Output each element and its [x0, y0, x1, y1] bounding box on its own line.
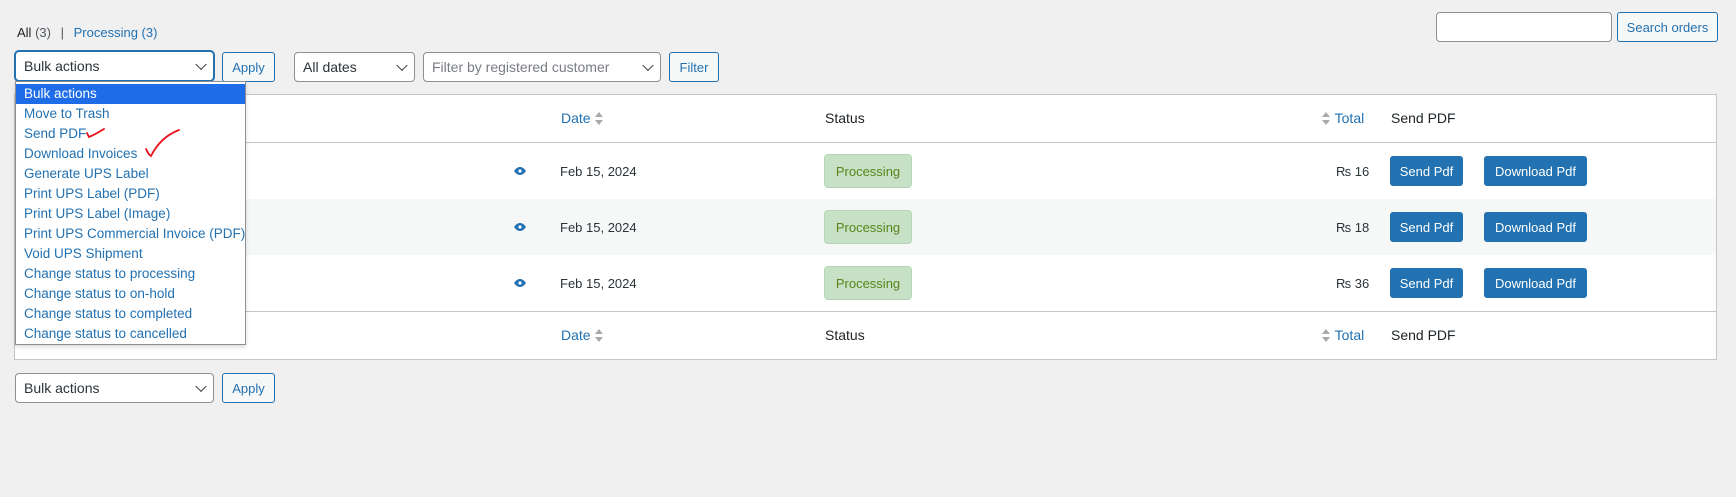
customer-filter-select[interactable]: Filter by registered customer [423, 52, 661, 82]
column-status: Status [825, 327, 865, 343]
order-date: Feb 15, 2024 [560, 220, 637, 235]
bulk-actions-select-bottom[interactable]: Bulk actions [15, 373, 214, 403]
view-all-link[interactable]: All [17, 25, 31, 40]
download-pdf-button[interactable]: Download Pdf [1484, 212, 1587, 242]
column-date[interactable]: Date [561, 327, 604, 343]
customer-filter-placeholder: Filter by registered customer [432, 59, 610, 75]
table-header: Date Status Total Send PDF [15, 95, 1716, 143]
date-filter-select[interactable]: All dates [294, 52, 415, 82]
dropdown-option[interactable]: Print UPS Commercial Invoice (PDF) [16, 224, 245, 244]
column-date[interactable]: Date [561, 110, 604, 126]
view-all-count: (3) [35, 25, 51, 40]
status-views: All (3) | Processing (3) [17, 25, 157, 40]
column-total[interactable]: Total [1321, 110, 1364, 126]
search-input[interactable] [1436, 12, 1612, 42]
table-row[interactable]: Feb 15, 2024 Processing ₨ 16 Send Pdf Do… [15, 143, 1716, 199]
bulk-actions-select-value: Bulk actions [24, 58, 100, 74]
view-processing-count: (3) [141, 25, 158, 40]
bulk-actions-select-top[interactable]: Bulk actions [15, 51, 214, 81]
send-pdf-button[interactable]: Send Pdf [1390, 156, 1463, 186]
dropdown-option[interactable]: Download Invoices [16, 144, 245, 164]
dropdown-option[interactable]: Bulk actions [16, 84, 245, 104]
column-send-pdf: Send PDF [1391, 327, 1456, 343]
order-date: Feb 15, 2024 [560, 276, 637, 291]
filter-button[interactable]: Filter [669, 52, 719, 82]
sort-icon [1321, 112, 1331, 126]
dropdown-option[interactable]: Change status to processing [16, 264, 245, 284]
send-pdf-button[interactable]: Send Pdf [1390, 212, 1463, 242]
column-send-pdf: Send PDF [1391, 110, 1456, 126]
download-pdf-button[interactable]: Download Pdf [1484, 156, 1587, 186]
eye-icon[interactable] [513, 278, 527, 288]
dropdown-option[interactable]: Print UPS Label (Image) [16, 204, 245, 224]
chevron-down-icon [396, 59, 408, 72]
order-total: ₨ 36 [1336, 276, 1370, 291]
bulk-actions-dropdown: Bulk actions Move to Trash Send PDF Down… [15, 81, 246, 345]
download-pdf-button[interactable]: Download Pdf [1484, 268, 1587, 298]
orders-table: Date Status Total Send PDF Feb 15, 2024 … [14, 94, 1717, 360]
dropdown-option[interactable]: Void UPS Shipment [16, 244, 245, 264]
status-badge: Processing [824, 154, 912, 188]
table-row[interactable]: Feb 15, 2024 Processing ₨ 36 Send Pdf Do… [15, 255, 1716, 311]
view-processing-link[interactable]: Processing (3) [74, 25, 158, 40]
dropdown-option[interactable]: Print UPS Label (PDF) [16, 184, 245, 204]
status-badge: Processing [824, 266, 912, 300]
dropdown-option[interactable]: Generate UPS Label [16, 164, 245, 184]
apply-button-top[interactable]: Apply [222, 52, 275, 82]
eye-icon[interactable] [513, 222, 527, 232]
order-total: ₨ 16 [1336, 164, 1370, 179]
apply-button-bottom[interactable]: Apply [222, 373, 275, 403]
column-total[interactable]: Total [1321, 327, 1364, 343]
column-status: Status [825, 110, 865, 126]
view-separator: | [60, 25, 64, 40]
annotation-check-mark [86, 128, 105, 139]
chevron-down-icon [195, 380, 207, 393]
sort-icon [1321, 329, 1331, 343]
date-filter-value: All dates [303, 59, 357, 75]
search-orders-button[interactable]: Search orders [1617, 12, 1718, 42]
order-total: ₨ 18 [1336, 220, 1370, 235]
eye-icon[interactable] [513, 166, 527, 176]
dropdown-option[interactable]: Change status to on-hold [16, 284, 245, 304]
bulk-actions-select-value: Bulk actions [24, 380, 100, 396]
status-badge: Processing [824, 210, 912, 244]
table-footer: Date Status Total Send PDF [15, 311, 1716, 359]
annotation-check-mark [145, 129, 180, 158]
dropdown-option[interactable]: Change status to cancelled [16, 324, 245, 344]
dropdown-option[interactable]: Move to Trash [16, 104, 245, 124]
sort-icon [594, 329, 604, 343]
order-date: Feb 15, 2024 [560, 164, 637, 179]
dropdown-option[interactable]: Change status to completed [16, 304, 245, 324]
table-row[interactable]: Feb 15, 2024 Processing ₨ 18 Send Pdf Do… [15, 199, 1716, 255]
chevron-down-icon [642, 59, 654, 72]
chevron-down-icon [195, 58, 207, 71]
dropdown-option[interactable]: Send PDF [16, 124, 245, 144]
send-pdf-button[interactable]: Send Pdf [1390, 268, 1463, 298]
sort-icon [594, 112, 604, 126]
